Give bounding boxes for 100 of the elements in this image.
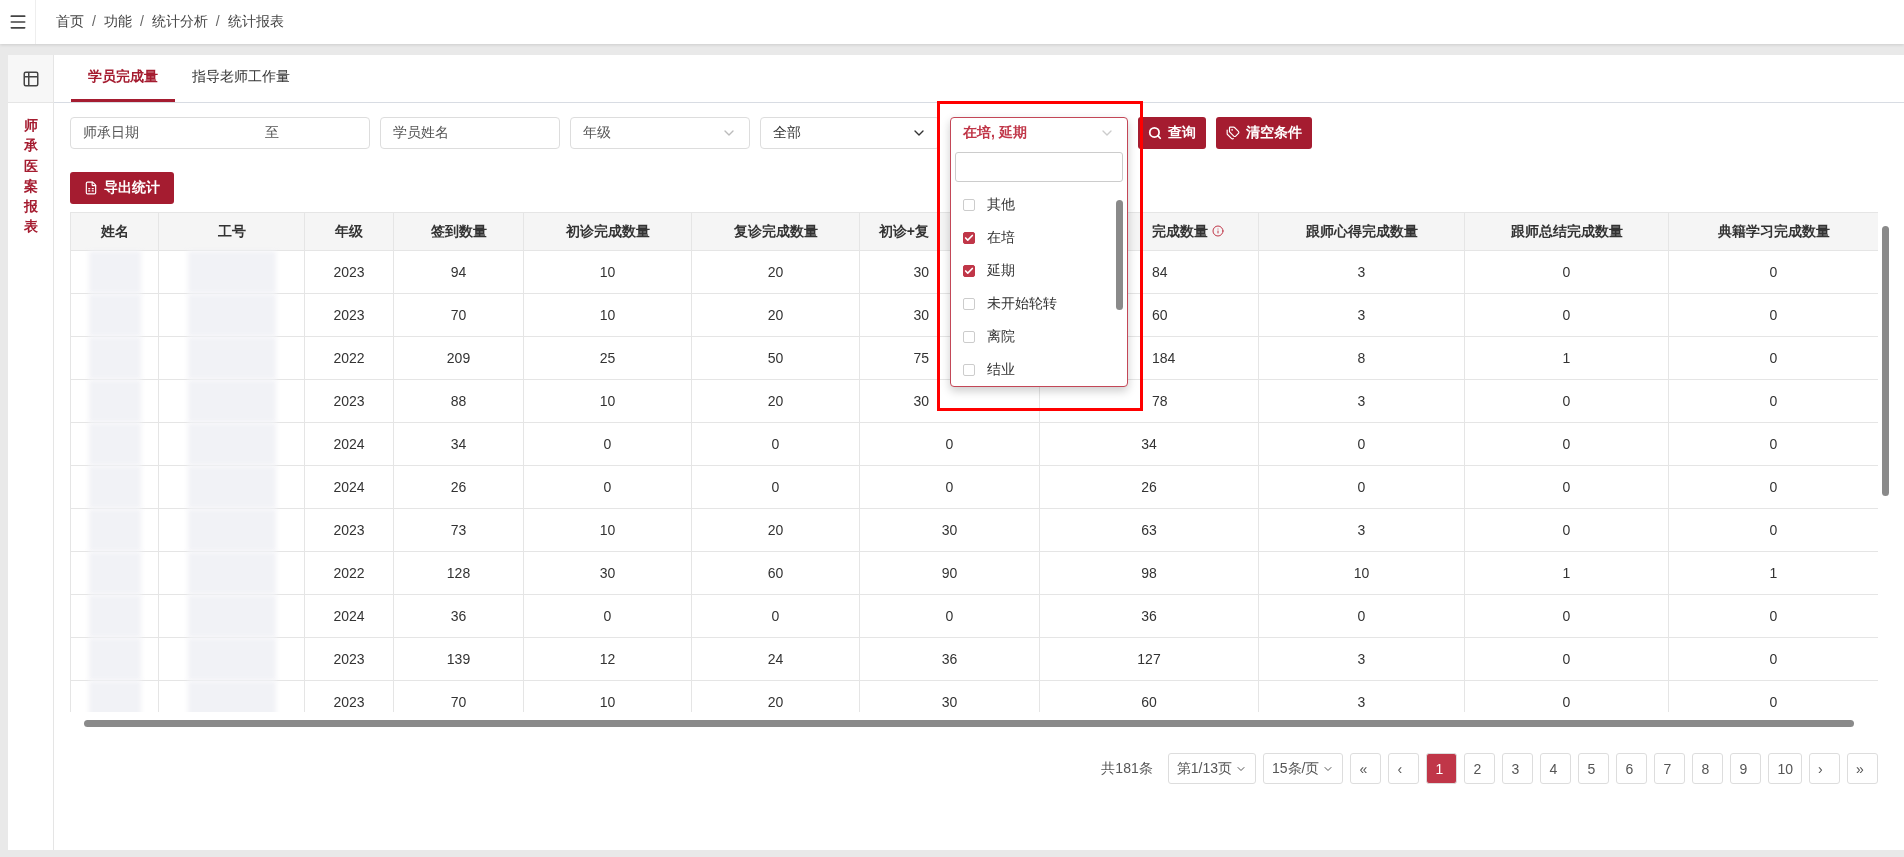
table-cell: 34: [1039, 422, 1259, 466]
table-cell: 0: [1258, 594, 1465, 638]
tab[interactable]: 指导老师工作量: [175, 55, 307, 102]
table-icon: [21, 69, 40, 88]
table-cell: 3: [1258, 379, 1465, 423]
table-cell: 139: [393, 637, 524, 681]
table-cell: 36: [1039, 594, 1259, 638]
column-header: 跟师心得完成数量: [1258, 212, 1465, 251]
table-cell: 3: [1258, 293, 1465, 337]
checkbox[interactable]: [963, 231, 975, 244]
breadcrumb-link[interactable]: 首页: [56, 13, 84, 31]
tags-icon: [1226, 126, 1240, 140]
blurred-block: [88, 638, 141, 680]
page-button[interactable]: 1: [1426, 753, 1458, 784]
table-cell: 0: [523, 594, 692, 638]
clear-button[interactable]: 清空条件: [1216, 117, 1312, 149]
table-cell: 2022: [304, 336, 394, 380]
page-button[interactable]: 8: [1692, 753, 1724, 784]
table-cell: 0: [691, 422, 860, 466]
page-button[interactable]: 7: [1654, 753, 1686, 784]
table-cell: 2024: [304, 465, 394, 509]
blurred-block: [88, 423, 141, 465]
menu-button[interactable]: [0, 0, 36, 44]
table-cell: 2024: [304, 422, 394, 466]
page-button[interactable]: 10: [1768, 753, 1802, 784]
table-cell: 10: [523, 250, 692, 294]
blurred-block: [88, 595, 141, 637]
select-value: 在培, 延期: [963, 124, 1027, 142]
previous-page-button[interactable]: ‹: [1388, 753, 1420, 784]
tab[interactable]: 学员完成量: [71, 55, 175, 102]
table-cell: 2023: [304, 250, 394, 294]
page-button[interactable]: 9: [1730, 753, 1762, 784]
breadcrumb-separator: /: [139, 13, 144, 31]
table-view-button[interactable]: [8, 55, 53, 103]
blurred-block: [88, 552, 141, 594]
table-cell: 78: [1039, 379, 1259, 423]
last-page-button[interactable]: »: [1847, 753, 1878, 784]
date-range-field[interactable]: 师承日期 至: [70, 117, 370, 149]
table-cell: 34: [393, 422, 524, 466]
query-button[interactable]: 查询: [1138, 117, 1206, 149]
table-cell: 20: [691, 379, 860, 423]
breadcrumb-separator: /: [92, 13, 96, 31]
breadcrumb-separator: /: [215, 13, 220, 31]
table-cell: 10: [523, 379, 692, 423]
table-cell: 128: [393, 551, 524, 595]
first-page-button[interactable]: «: [1350, 753, 1382, 784]
column-header: 姓名: [70, 212, 159, 251]
checkbox[interactable]: [963, 264, 975, 277]
table-cell: 3: [1258, 250, 1465, 294]
blurred-block: [88, 380, 141, 422]
export-button[interactable]: 导出统计: [70, 172, 174, 204]
table-cell: 209: [393, 336, 524, 380]
table-cell: 20: [691, 250, 860, 294]
page-select[interactable]: 第1/13页: [1167, 753, 1256, 784]
next-page-button[interactable]: ›: [1809, 753, 1840, 784]
status-select[interactable]: 在培, 延期 其他 在培 延期 未开始轮转 离院 结业: [950, 117, 1128, 387]
blurred-block: [88, 509, 141, 551]
column-header: 工号: [158, 212, 305, 251]
table-cell: 0: [691, 594, 860, 638]
page-size-select[interactable]: 15条/页: [1262, 753, 1344, 784]
table-cell: 2023: [304, 637, 394, 681]
table-cell: 0: [1464, 637, 1669, 681]
blurred-block: [88, 681, 141, 712]
page-button[interactable]: 6: [1616, 753, 1648, 784]
type-select[interactable]: 全部: [760, 117, 940, 149]
page-button[interactable]: 5: [1578, 753, 1610, 784]
table-cell: 8: [1258, 336, 1465, 380]
spreadsheet-icon: [84, 181, 98, 195]
grade-select[interactable]: 年级: [570, 117, 750, 149]
table-cell: 10: [523, 508, 692, 552]
table-cell: 2022: [304, 551, 394, 595]
table-cell: 0: [1464, 422, 1669, 466]
table-cell: 36: [393, 594, 524, 638]
breadcrumb-link[interactable]: 功能: [103, 13, 132, 31]
table-cell: 0: [1464, 293, 1669, 337]
breadcrumb-link[interactable]: 统计分析: [151, 13, 208, 31]
breadcrumb-link[interactable]: 统计报表: [227, 13, 284, 31]
name-field[interactable]: 学员姓名: [380, 117, 560, 149]
table-cell: 88: [393, 379, 524, 423]
column-header: 签到数量: [393, 212, 524, 251]
table-cell: 0: [523, 422, 692, 466]
page-button[interactable]: 3: [1502, 753, 1534, 784]
table-cell: 73: [393, 508, 524, 552]
table-cell: 20: [691, 293, 860, 337]
table-cell: 0: [1464, 250, 1669, 294]
column-header: 典籍学习完成数量: [1668, 212, 1878, 251]
column-header: 年级: [304, 212, 394, 251]
page-button[interactable]: 4: [1540, 753, 1572, 784]
table-cell: 26: [1039, 465, 1259, 509]
table-cell: 94: [393, 250, 524, 294]
table-cell: 70: [393, 293, 524, 337]
page-button[interactable]: 2: [1464, 753, 1496, 784]
table-cell: 2023: [304, 293, 394, 337]
table-cell: 3: [1258, 508, 1465, 552]
table-cell: 0: [859, 422, 1040, 466]
table-cell: 0: [1464, 594, 1669, 638]
table-cell: 25: [523, 336, 692, 380]
table-cell: 10: [523, 293, 692, 337]
dropdown-search-field[interactable]: [955, 152, 1123, 182]
side-title: 师承医案报表: [23, 116, 38, 237]
